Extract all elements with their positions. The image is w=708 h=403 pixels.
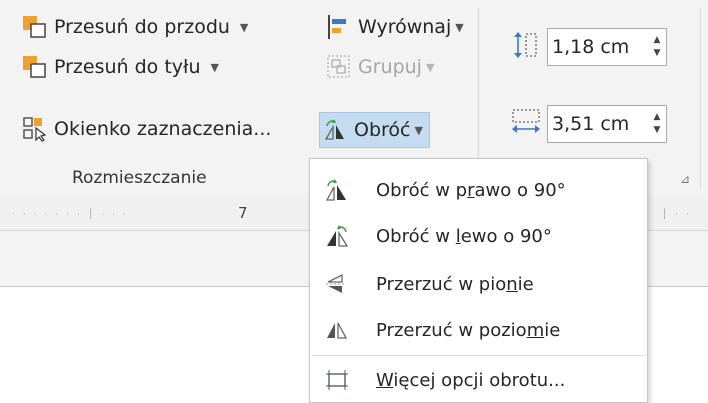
shape-width-spinbox[interactable]: 3,51 cm ▲ ▼	[547, 105, 667, 143]
shape-width-icon	[510, 107, 542, 141]
menu-item-flip-vertical[interactable]: Przerzuć w pionie	[310, 261, 647, 307]
shape-height-spinbox[interactable]: 1,18 cm ▲ ▼	[547, 28, 667, 66]
group-button[interactable]: Grupuj ▼	[326, 50, 434, 84]
send-backward-button[interactable]: Przesuń do tyłu ▼	[22, 50, 219, 84]
rotate-left-icon	[324, 224, 350, 248]
bring-forward-icon	[22, 14, 48, 40]
menu-item-label: Przerzuć w poziomie	[376, 319, 561, 341]
spin-down-icon[interactable]: ▼	[654, 47, 661, 60]
align-button[interactable]: Wyrównaj ▼	[326, 10, 464, 44]
rotate-label: Obróć	[354, 119, 411, 141]
rotate-dropdown-menu: Obróć w prawo o 90° Obróć w lewo o 90° P…	[309, 158, 648, 403]
bring-forward-label: Przesuń do przodu	[54, 16, 230, 38]
send-backward-icon	[22, 54, 48, 80]
menu-separator	[312, 355, 645, 356]
spin-up-icon[interactable]: ▲	[654, 34, 661, 47]
chevron-down-icon: ▼	[210, 60, 219, 74]
menu-item-label: Obróć w lewo o 90°	[376, 225, 552, 247]
more-rotation-options-icon	[324, 368, 350, 392]
send-backward-label: Przesuń do tyłu	[54, 56, 201, 78]
align-label: Wyrównaj	[358, 16, 452, 38]
spin-up-icon[interactable]: ▲	[654, 111, 661, 124]
menu-item-rotate-left[interactable]: Obróć w lewo o 90°	[310, 213, 647, 259]
ruler-ticks: ·······│···	[12, 210, 135, 220]
align-icon	[326, 14, 352, 40]
menu-item-label: Więcej opcji obrotu...	[376, 369, 566, 391]
bring-forward-button[interactable]: Przesuń do przodu ▼	[22, 10, 248, 44]
dialog-launcher-icon[interactable]: ⊿	[680, 172, 690, 186]
chevron-down-icon: ▼	[414, 123, 423, 137]
chevron-down-icon: ▼	[455, 20, 464, 34]
menu-item-label: Obróć w prawo o 90°	[376, 179, 566, 201]
spin-down-icon[interactable]: ▼	[654, 124, 661, 137]
menu-item-label: Przerzuć w pionie	[376, 273, 534, 295]
shape-height-input[interactable]: 1,18 cm	[548, 36, 648, 58]
group-divider	[700, 8, 701, 188]
group-label: Grupuj	[358, 56, 422, 78]
shape-height-icon	[510, 30, 540, 64]
menu-item-rotate-right[interactable]: Obróć w prawo o 90°	[310, 167, 647, 213]
selection-pane-icon	[22, 116, 48, 142]
menu-item-more-rotation-options[interactable]: Więcej opcji obrotu...	[310, 357, 647, 403]
chevron-down-icon: ▼	[425, 60, 435, 74]
rotate-icon	[322, 117, 348, 143]
shape-width-input[interactable]: 3,51 cm	[548, 113, 648, 135]
ruler-number: 7	[238, 204, 248, 222]
flip-vertical-icon	[324, 272, 350, 296]
flip-horizontal-icon	[324, 318, 350, 342]
spin-arrows[interactable]: ▲ ▼	[648, 34, 666, 60]
rotate-right-icon	[324, 178, 350, 202]
spin-arrows[interactable]: ▲ ▼	[648, 111, 666, 137]
menu-item-flip-horizontal[interactable]: Przerzuć w poziomie	[310, 307, 647, 353]
group-label-arrange: Rozmieszczanie	[72, 168, 207, 188]
selection-pane-button[interactable]: Okienko zaznaczenia...	[22, 112, 271, 146]
selection-pane-label: Okienko zaznaczenia...	[54, 118, 272, 140]
group-icon	[326, 54, 352, 80]
rotate-button[interactable]: Obróć ▼	[319, 112, 430, 148]
ruler-ticks: │··	[662, 210, 698, 220]
chevron-down-icon: ▼	[239, 20, 249, 34]
